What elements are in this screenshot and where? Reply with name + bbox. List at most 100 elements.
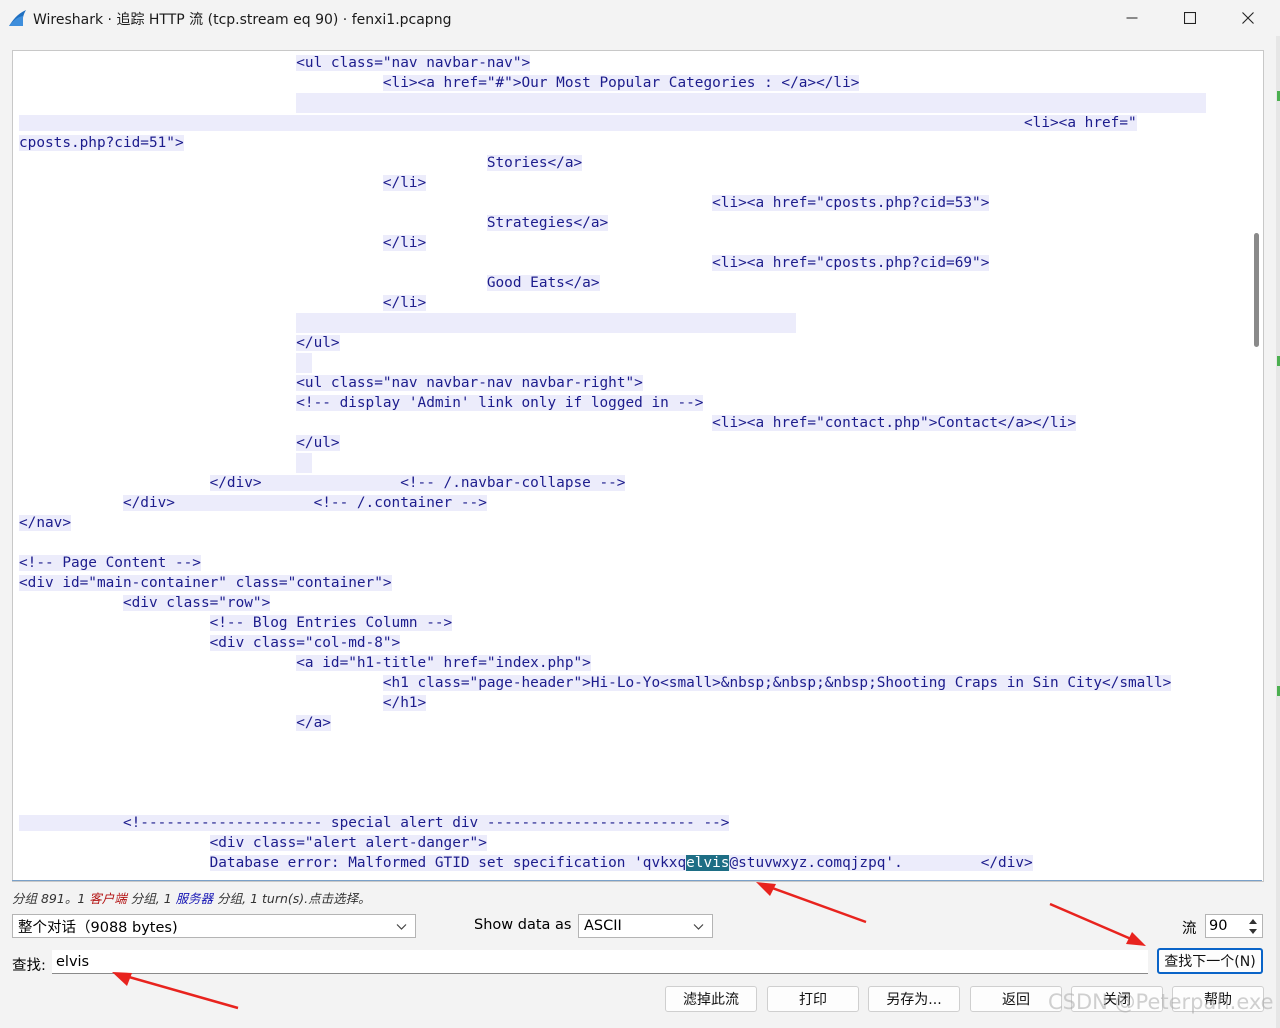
stream-number-label: 流 bbox=[1182, 921, 1197, 937]
stream-line-text: </li> bbox=[382, 295, 427, 311]
stream-line: <li><a href="contact.php">Contact</a></l… bbox=[19, 413, 1241, 433]
save-as-button[interactable]: 另存为... bbox=[868, 986, 960, 1012]
stream-line-text: <!--------------------- special alert di… bbox=[19, 815, 730, 831]
stream-line bbox=[19, 793, 1241, 813]
stream-line-text: <div id="main-container" class="containe… bbox=[19, 575, 392, 591]
stream-number-spinbox[interactable]: 90 bbox=[1205, 914, 1263, 938]
maximize-icon bbox=[1184, 12, 1196, 24]
pane-focus-line bbox=[12, 880, 1262, 881]
stream-line: Strategies</a> bbox=[19, 213, 1241, 233]
show-data-as-value: ASCII bbox=[584, 918, 622, 934]
status-server-word: 服务器 bbox=[175, 891, 214, 906]
stream-line: </div> <!-- /.container --> bbox=[19, 493, 1241, 513]
stream-line-text: </ul> bbox=[296, 435, 340, 451]
scrollbar-thumb[interactable] bbox=[1254, 233, 1259, 347]
close-icon bbox=[1242, 12, 1254, 24]
stream-line-text: </div> <!-- /.container --> bbox=[122, 495, 487, 511]
status-mid: 分组, 1 bbox=[126, 891, 176, 906]
stream-number-value: 90 bbox=[1209, 918, 1228, 934]
stream-line-text: <h1 class="page-header">Hi-Lo-Yo<small>&… bbox=[382, 675, 1172, 691]
stream-line-text: <div class="alert alert-danger"> bbox=[209, 835, 487, 851]
stream-line-text: @stuvwxyz.comqjzpq'. </div> bbox=[729, 855, 1033, 871]
highlighted-whitespace bbox=[296, 353, 313, 373]
stream-line-text: Stories</a> bbox=[486, 155, 583, 171]
stream-line-text: <ul class="nav navbar-nav"> bbox=[296, 55, 531, 71]
stream-line: <!--------------------- special alert di… bbox=[19, 813, 1241, 833]
stream-line: <div class="row"> bbox=[19, 593, 1241, 613]
stream-line: <!-- display 'Admin' link only if logged… bbox=[19, 393, 1241, 413]
caret-up-icon bbox=[1249, 918, 1257, 924]
title-bar: Wireshark · 追踪 HTTP 流 (tcp.stream eq 90)… bbox=[0, 0, 1280, 36]
stream-line-text: Strategies</a> bbox=[486, 215, 609, 231]
chevron-down-icon bbox=[396, 924, 407, 930]
close-button[interactable]: 关闭 bbox=[1071, 986, 1163, 1012]
stream-line: </li> bbox=[19, 233, 1241, 253]
caret-down-icon bbox=[1249, 928, 1257, 934]
stream-line: <div class="alert alert-danger"> bbox=[19, 833, 1241, 853]
spinbox-arrows bbox=[1246, 916, 1260, 936]
stream-line bbox=[19, 313, 1241, 333]
stream-line-text: <li><a href="cposts.php?cid=69"> bbox=[712, 255, 990, 271]
highlighted-whitespace bbox=[296, 313, 797, 333]
stream-line-text: Good Eats</a> bbox=[486, 275, 600, 291]
stream-line: </li> bbox=[19, 173, 1241, 193]
status-suffix: 分组, 1 turn(s).点击选择。 bbox=[213, 891, 371, 906]
stream-line: <ul class="nav navbar-nav"> bbox=[19, 53, 1241, 73]
stream-line-text: <!-- Blog Entries Column --> bbox=[209, 615, 453, 631]
conversation-select[interactable]: 整个对话（9088 bytes) bbox=[12, 914, 416, 938]
stream-line-text: </a> bbox=[296, 715, 331, 731]
stream-text[interactable]: <ul class="nav navbar-nav"> <li><a href=… bbox=[19, 53, 1241, 873]
minimize-icon bbox=[1126, 17, 1138, 19]
stream-line: <li><a href="cposts.php?cid=69"> bbox=[19, 253, 1241, 273]
stream-line bbox=[19, 773, 1241, 793]
help-button[interactable]: 帮助 bbox=[1172, 986, 1264, 1012]
stream-line-text: <li><a href=" bbox=[19, 115, 1137, 131]
stream-line: <li><a href="#">Our Most Popular Categor… bbox=[19, 73, 1241, 93]
stream-line: </li> bbox=[19, 293, 1241, 313]
stream-status-text: 分组 891。1 客户端 分组, 1 服务器 分组, 1 turn(s).点击选… bbox=[12, 888, 371, 907]
stream-line-text: </ul> bbox=[296, 335, 340, 351]
minimize-button[interactable] bbox=[1103, 0, 1161, 36]
stream-line-text: </li> bbox=[382, 175, 427, 191]
stream-line-text: </div> <!-- /.navbar-collapse --> bbox=[209, 475, 626, 491]
stream-line: cposts.php?cid=51"> bbox=[19, 133, 1241, 153]
stream-line: <ul class="nav navbar-nav navbar-right"> bbox=[19, 373, 1241, 393]
wireshark-fin-icon bbox=[9, 10, 26, 26]
stream-line: </a> bbox=[19, 713, 1241, 733]
stream-line: <div id="main-container" class="containe… bbox=[19, 573, 1241, 593]
maximize-button[interactable] bbox=[1161, 0, 1219, 36]
stream-line: Stories</a> bbox=[19, 153, 1241, 173]
stream-line-text: <!-- display 'Admin' link only if logged… bbox=[296, 395, 704, 411]
show-data-as-select[interactable]: ASCII bbox=[578, 914, 713, 938]
find-next-button[interactable]: 查找下一个(N) bbox=[1157, 948, 1263, 974]
red-arrow-icon bbox=[112, 972, 239, 1010]
stream-line bbox=[19, 453, 1241, 473]
stream-content-pane[interactable]: <ul class="nav navbar-nav"> <li><a href=… bbox=[12, 50, 1264, 882]
status-prefix: 分组 891。1 bbox=[12, 891, 90, 906]
stream-line: <div class="col-md-8"> bbox=[19, 633, 1241, 653]
vertical-scrollbar[interactable] bbox=[1249, 51, 1263, 881]
stream-line-text: <div class="col-md-8"> bbox=[209, 635, 401, 651]
stream-line: <li><a href=" bbox=[19, 113, 1241, 133]
find-label: 查找: bbox=[12, 958, 46, 974]
stream-line-text: <ul class="nav navbar-nav navbar-right"> bbox=[296, 375, 643, 391]
stream-line: <h1 class="page-header">Hi-Lo-Yo<small>&… bbox=[19, 673, 1241, 693]
stream-line-text: Database error: Malformed GTID set speci… bbox=[209, 855, 687, 871]
stream-line: Good Eats</a> bbox=[19, 273, 1241, 293]
show-data-as-label: Show data as bbox=[474, 917, 572, 933]
back-button[interactable]: 返回 bbox=[970, 986, 1062, 1012]
print-button[interactable]: 打印 bbox=[767, 986, 859, 1012]
background-window-edge bbox=[1276, 36, 1280, 1028]
stream-line-text: <li><a href="#">Our Most Popular Categor… bbox=[382, 75, 860, 91]
spin-down-button[interactable] bbox=[1246, 926, 1260, 936]
stream-line-text: <!-- Page Content --> bbox=[19, 555, 201, 571]
status-client-word: 客户端 bbox=[89, 891, 127, 906]
filter-out-stream-button[interactable]: 滤掉此流 bbox=[665, 986, 757, 1012]
stream-line bbox=[19, 93, 1241, 113]
spin-up-button[interactable] bbox=[1246, 916, 1260, 926]
stream-line-text: </nav> bbox=[19, 515, 71, 531]
find-input[interactable] bbox=[52, 950, 1148, 974]
chevron-down-icon bbox=[693, 924, 704, 930]
stream-line bbox=[19, 353, 1241, 373]
close-window-button[interactable] bbox=[1219, 0, 1277, 36]
